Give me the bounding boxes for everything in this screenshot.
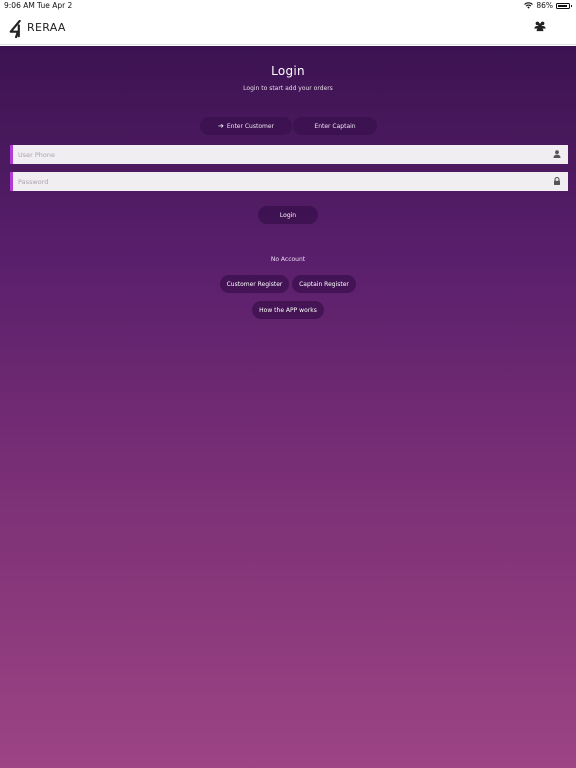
users-icon[interactable] — [534, 20, 546, 32]
lock-icon — [554, 177, 560, 185]
nav-bar: RERAA — [0, 12, 576, 45]
how-app-works-button[interactable]: How the APP works — [252, 301, 324, 319]
phone-field — [10, 145, 568, 164]
battery-icon — [556, 2, 572, 9]
captain-register-button[interactable]: Captain Register — [292, 275, 356, 293]
tab-enter-captain[interactable]: Enter Captain — [293, 117, 377, 135]
status-date: Tue Apr 2 — [37, 1, 73, 10]
status-right: 86% — [524, 1, 572, 10]
status-bar: 9:06 AM Tue Apr 2 86% — [0, 0, 576, 12]
login-button[interactable]: Login — [258, 206, 318, 224]
battery-percent: 86% — [536, 1, 553, 10]
tab-enter-customer[interactable]: ➔ Enter Customer — [200, 117, 292, 135]
page-title: Login — [271, 64, 305, 78]
password-field — [10, 172, 568, 191]
page-subtitle: Login to start add your orders — [243, 85, 333, 92]
status-time: 9:06 AM — [4, 1, 35, 10]
password-input[interactable] — [13, 172, 533, 191]
no-account-text: No Account — [270, 256, 306, 263]
logo-icon — [9, 20, 21, 38]
tab-label: Enter Captain — [314, 122, 356, 130]
battery-fill — [558, 4, 567, 7]
brand-name: RERAA — [27, 21, 66, 34]
wifi-icon — [524, 2, 534, 9]
customer-register-button[interactable]: Customer Register — [220, 275, 289, 293]
login-screen: Login Login to start add your orders ➔ E… — [0, 46, 576, 768]
tab-label: Enter Customer — [226, 122, 275, 130]
user-icon — [553, 150, 561, 158]
arrow-right-icon: ➔ — [217, 121, 224, 130]
phone-input[interactable] — [13, 145, 533, 164]
